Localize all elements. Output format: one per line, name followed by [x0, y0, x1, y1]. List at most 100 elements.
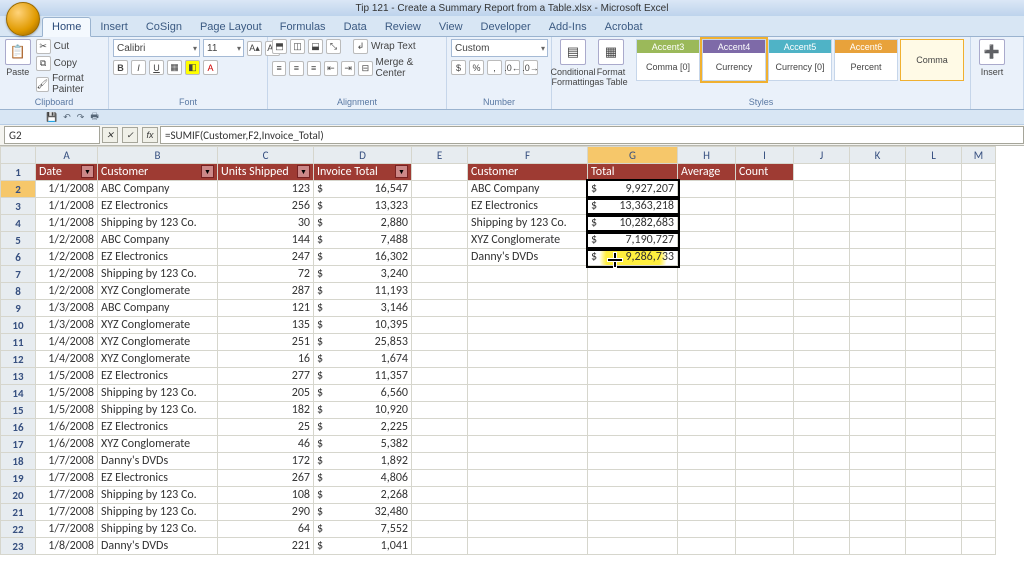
- cell[interactable]: $5,382: [314, 436, 412, 453]
- align-right-button[interactable]: ≡: [307, 61, 321, 76]
- row-header-20[interactable]: 20: [1, 487, 36, 504]
- cell[interactable]: 221: [218, 538, 314, 555]
- summary-header[interactable]: Customer: [468, 164, 588, 181]
- cell[interactable]: $3,240: [314, 266, 412, 283]
- cell[interactable]: 1/2/2008: [36, 249, 98, 266]
- font-size-combo[interactable]: 11: [203, 39, 244, 57]
- cell[interactable]: 251: [218, 334, 314, 351]
- underline-button[interactable]: U: [149, 60, 164, 75]
- cell[interactable]: ABC Company: [98, 300, 218, 317]
- tab-data[interactable]: Data: [335, 18, 376, 36]
- table-header[interactable]: Invoice Total▼: [314, 164, 412, 181]
- align-top-button[interactable]: ⬒: [272, 39, 287, 54]
- filter-dropdown-icon[interactable]: ▼: [297, 165, 310, 178]
- cell[interactable]: 1/7/2008: [36, 470, 98, 487]
- cell[interactable]: 1/5/2008: [36, 368, 98, 385]
- col-header-K[interactable]: K: [850, 147, 906, 164]
- grow-font-button[interactable]: A▴: [247, 41, 262, 56]
- cell[interactable]: 1/1/2008: [36, 215, 98, 232]
- cell[interactable]: 1/3/2008: [36, 317, 98, 334]
- cell[interactable]: $7,190,727: [588, 232, 678, 249]
- format-as-table-button[interactable]: ▦Format as Table: [594, 39, 628, 87]
- cell[interactable]: $9,286,733: [588, 249, 678, 266]
- cell[interactable]: Shipping by 123 Co.: [98, 504, 218, 521]
- row-header-4[interactable]: 4: [1, 215, 36, 232]
- tab-home[interactable]: Home: [42, 17, 91, 37]
- insert-cells-button[interactable]: ➕Insert: [975, 39, 1009, 77]
- cell[interactable]: $1,892: [314, 453, 412, 470]
- summary-header[interactable]: Total: [588, 164, 678, 181]
- tab-insert[interactable]: Insert: [91, 18, 137, 36]
- row-header-19[interactable]: 19: [1, 470, 36, 487]
- cell[interactable]: ABC Company: [468, 181, 588, 198]
- number-format-combo[interactable]: Custom: [451, 39, 548, 57]
- cell[interactable]: EZ Electronics: [98, 470, 218, 487]
- cell[interactable]: XYZ Conglomerate: [98, 351, 218, 368]
- row-header-6[interactable]: 6: [1, 249, 36, 266]
- cell[interactable]: 1/2/2008: [36, 232, 98, 249]
- cell[interactable]: 277: [218, 368, 314, 385]
- row-header-9[interactable]: 9: [1, 300, 36, 317]
- cell[interactable]: EZ Electronics: [98, 368, 218, 385]
- enter-formula-button[interactable]: ✓: [122, 127, 138, 143]
- cell[interactable]: 1/4/2008: [36, 351, 98, 368]
- cell[interactable]: 46: [218, 436, 314, 453]
- cell[interactable]: Danny's DVDs: [98, 538, 218, 555]
- cell-style-accent6[interactable]: Accent6Percent: [834, 39, 898, 81]
- tab-cosign[interactable]: CoSign: [137, 18, 191, 36]
- row-header-16[interactable]: 16: [1, 419, 36, 436]
- row-header-13[interactable]: 13: [1, 368, 36, 385]
- col-header-L[interactable]: L: [906, 147, 962, 164]
- cell[interactable]: 1/6/2008: [36, 419, 98, 436]
- row-header-10[interactable]: 10: [1, 317, 36, 334]
- align-left-button[interactable]: ≡: [272, 61, 286, 76]
- cell-style-accent5[interactable]: Accent5Currency [0]: [768, 39, 832, 81]
- cell[interactable]: EZ Electronics: [98, 419, 218, 436]
- cell[interactable]: $10,920: [314, 402, 412, 419]
- merge-center-button[interactable]: ⊟: [358, 61, 372, 76]
- row-header-14[interactable]: 14: [1, 385, 36, 402]
- cell[interactable]: Shipping by 123 Co.: [98, 266, 218, 283]
- cell[interactable]: 72: [218, 266, 314, 283]
- cell[interactable]: 1/2/2008: [36, 283, 98, 300]
- increase-decimal-button[interactable]: .0←: [505, 60, 520, 75]
- table-header[interactable]: Date▼: [36, 164, 98, 181]
- cell[interactable]: 256: [218, 198, 314, 215]
- cell[interactable]: 1/7/2008: [36, 504, 98, 521]
- row-header-3[interactable]: 3: [1, 198, 36, 215]
- align-middle-button[interactable]: ◫: [290, 39, 305, 54]
- cell[interactable]: 247: [218, 249, 314, 266]
- col-header-J[interactable]: J: [794, 147, 850, 164]
- cell[interactable]: 1/7/2008: [36, 453, 98, 470]
- cell[interactable]: 1/7/2008: [36, 521, 98, 538]
- cell[interactable]: XYZ Conglomerate: [98, 436, 218, 453]
- cut-button[interactable]: ✂Cut: [36, 39, 104, 54]
- table-header[interactable]: Units Shipped▼: [218, 164, 314, 181]
- summary-header[interactable]: Average: [678, 164, 736, 181]
- cell[interactable]: 1/8/2008: [36, 538, 98, 555]
- cell[interactable]: 1/5/2008: [36, 402, 98, 419]
- cell[interactable]: 135: [218, 317, 314, 334]
- row-header-7[interactable]: 7: [1, 266, 36, 283]
- filter-dropdown-icon[interactable]: ▼: [81, 165, 94, 178]
- cell[interactable]: Danny's DVDs: [98, 453, 218, 470]
- tab-review[interactable]: Review: [376, 18, 430, 36]
- row-header-11[interactable]: 11: [1, 334, 36, 351]
- col-header-C[interactable]: C: [218, 147, 314, 164]
- col-header-D[interactable]: D: [314, 147, 412, 164]
- cell[interactable]: Shipping by 123 Co.: [468, 215, 588, 232]
- wrap-text-button[interactable]: ↲: [353, 39, 368, 54]
- cell[interactable]: XYZ Conglomerate: [98, 283, 218, 300]
- cell-style-accent3[interactable]: Accent3Comma [0]: [636, 39, 700, 81]
- cell[interactable]: $2,268: [314, 487, 412, 504]
- decrease-indent-button[interactable]: ⇤: [324, 61, 338, 76]
- cell[interactable]: 205: [218, 385, 314, 402]
- cell[interactable]: 121: [218, 300, 314, 317]
- cell[interactable]: $13,363,218: [588, 198, 678, 215]
- cell[interactable]: Shipping by 123 Co.: [98, 402, 218, 419]
- tab-page-layout[interactable]: Page Layout: [191, 18, 271, 36]
- cell[interactable]: $2,225: [314, 419, 412, 436]
- row-header-12[interactable]: 12: [1, 351, 36, 368]
- fx-button[interactable]: fx: [142, 127, 158, 143]
- cell[interactable]: XYZ Conglomerate: [98, 317, 218, 334]
